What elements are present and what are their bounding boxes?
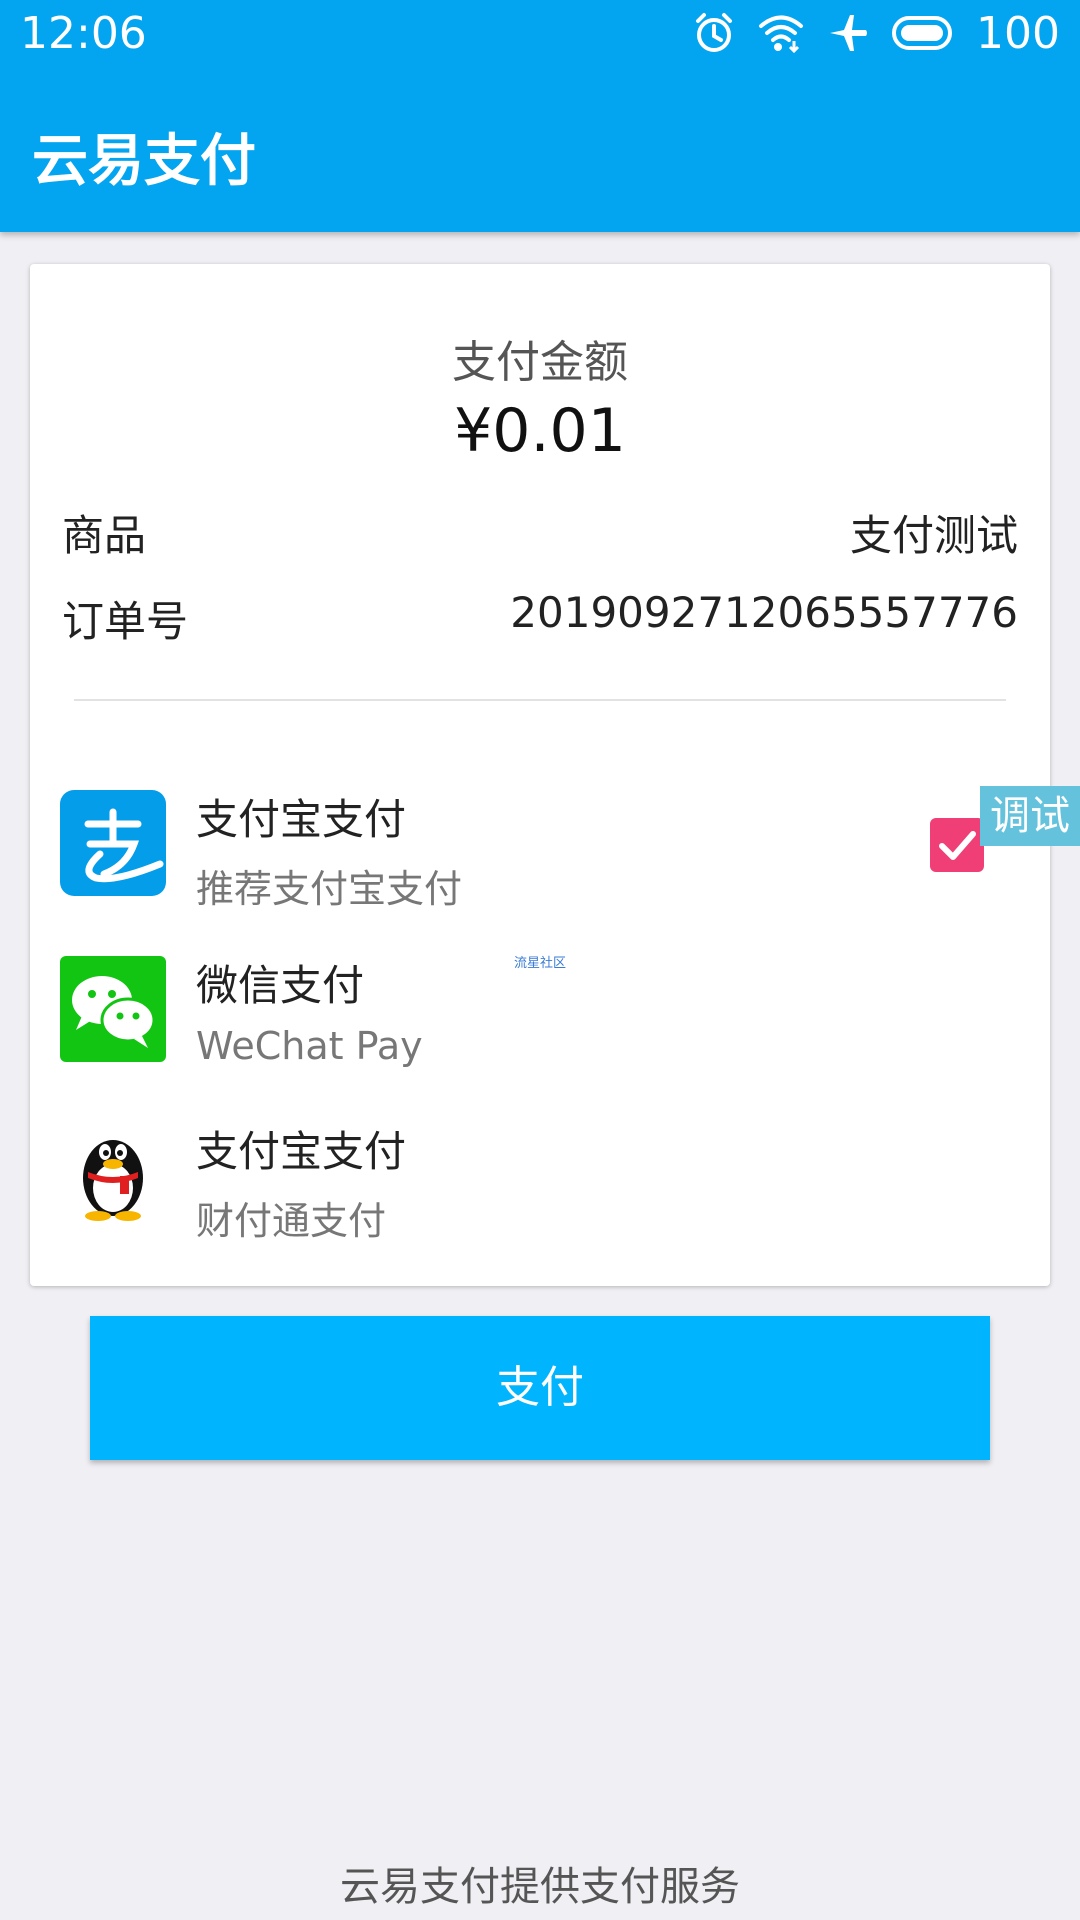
divider bbox=[74, 699, 1006, 701]
alipay-checkbox[interactable] bbox=[930, 818, 984, 872]
payment-option-title: 支付宝支付 bbox=[196, 795, 407, 844]
status-icons: 100 bbox=[692, 7, 1060, 59]
wifi-icon bbox=[758, 13, 804, 53]
pay-button[interactable]: 支付 bbox=[90, 1316, 990, 1460]
product-label: 商品 bbox=[62, 511, 147, 560]
status-bar: 12:06 100 bbox=[0, 0, 1080, 66]
alipay-icon bbox=[60, 790, 166, 896]
checkmark-icon bbox=[939, 831, 976, 860]
amount-label: 支付金额 bbox=[452, 337, 628, 388]
order-number-label: 订单号 bbox=[62, 597, 189, 646]
status-time: 12:06 bbox=[20, 8, 147, 59]
wechat-icon bbox=[60, 956, 166, 1062]
product-value: 支付测试 bbox=[849, 511, 1018, 560]
airplane-mode-icon bbox=[826, 11, 870, 55]
qq-penguin-icon bbox=[60, 1120, 166, 1226]
app-bar: 12:06 100 云易支付 bbox=[0, 0, 1080, 232]
payment-option-title: 微信支付 bbox=[196, 961, 365, 1010]
debug-tag[interactable]: 调试 bbox=[980, 786, 1080, 846]
order-number-value: 2019092712065557776 bbox=[510, 588, 1018, 637]
alarm-icon bbox=[692, 11, 736, 55]
footer-text: 云易支付提供支付服务 bbox=[340, 1864, 740, 1910]
app-title: 云易支付 bbox=[32, 129, 256, 194]
payment-option-subtitle: 推荐支付宝支付 bbox=[196, 867, 463, 911]
battery-icon bbox=[892, 15, 954, 51]
payment-option-title: 支付宝支付 bbox=[196, 1127, 407, 1176]
payment-option-subtitle: WeChat Pay bbox=[196, 1024, 423, 1068]
amount-value: ¥0.01 bbox=[454, 396, 626, 466]
payment-option-subtitle: 财付通支付 bbox=[196, 1199, 387, 1243]
battery-level: 100 bbox=[976, 7, 1060, 59]
watermark: 流星社区 bbox=[514, 956, 567, 971]
